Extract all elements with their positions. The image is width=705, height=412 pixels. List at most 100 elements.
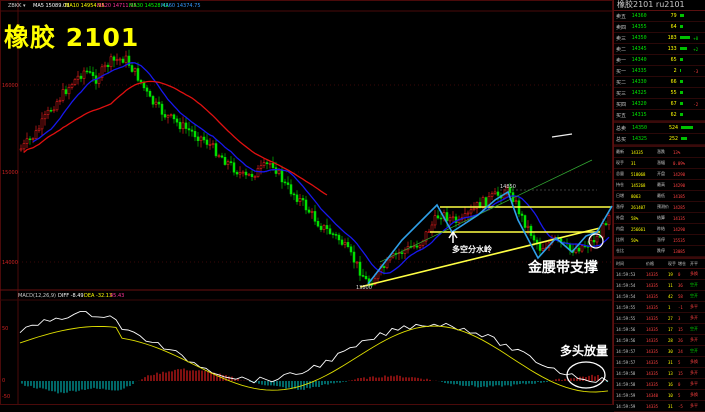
candle-body [172, 114, 176, 120]
candle-body [28, 138, 32, 141]
orderbook-row[interactable]: 买四 14320 67 -2 [614, 99, 705, 110]
orderbook-volume: 133 [667, 46, 677, 52]
tick-volume: 11 [668, 282, 673, 288]
stat-label: 最低 [657, 193, 665, 198]
tick-row[interactable]: 14:59:56 14335 28 26 多开 [614, 335, 705, 346]
candle-body [37, 128, 41, 131]
orderbook-row[interactable]: 卖三 14350 183 +8 [614, 33, 705, 44]
orderbook-row[interactable]: 买一 14335 2 -3 [614, 66, 705, 77]
tick-row[interactable]: 14:59:56 14335 17 15 空开 [614, 324, 705, 335]
candle-body [262, 162, 266, 166]
tick-price: 14335 [646, 403, 659, 409]
orderbook-volume: 62 [670, 112, 677, 118]
tick-row[interactable]: 14:59:57 14335 30 24 空开 [614, 346, 705, 357]
candle-body [175, 118, 179, 123]
candle-body [418, 245, 422, 248]
tick-price: 14335 [646, 304, 659, 310]
tick-price: 14335 [646, 337, 659, 343]
totals-bar-fill [681, 137, 687, 140]
tick-row[interactable]: 14:59:55 14335 27 3 多开 [614, 313, 705, 324]
candle-body [115, 59, 119, 61]
candle-body [166, 115, 170, 118]
stat-row: 仓比 跌停 13085 [614, 246, 705, 257]
tick-row[interactable]: 14:59:57 14335 31 5 多换 [614, 357, 705, 368]
orderbook-row[interactable]: 卖五 14360 79 [614, 11, 705, 22]
candle-body [202, 136, 206, 141]
panel-title: 橡胶2101 ru2101 [614, 0, 705, 11]
candle-body [196, 136, 200, 141]
orderbook-level-label: 卖一 [616, 57, 627, 64]
candle-body [445, 212, 449, 222]
tick-header-cell: 开平 [690, 260, 698, 266]
tick-row[interactable]: 14:59:53 14335 19 0 多换 [614, 269, 705, 280]
tick-time: 14:59:53 [616, 271, 636, 277]
orderbook-level-label: 买一 [616, 68, 627, 75]
candle-body [328, 228, 332, 234]
tick-row[interactable]: 14:59:55 14335 1 -1 多平 [614, 302, 705, 313]
macd-legend-text: MACD(12,26,9) [18, 293, 56, 299]
orderbook-row[interactable]: 卖四 14355 64 [614, 22, 705, 33]
orderbook-volume-bar [677, 79, 694, 85]
stat-row: 内盘 256661 昨结 14290 [614, 224, 705, 235]
candle-body [238, 172, 242, 175]
candle-body [169, 114, 173, 116]
candle-body [415, 245, 419, 248]
tick-volume: 1 [668, 304, 671, 310]
orderbook-row[interactable]: 买三 14325 55 [614, 88, 705, 99]
tick-oi-change: 5 [678, 392, 681, 398]
stat-value: 50% [631, 237, 639, 243]
annotation-volume: 多头放量 [560, 344, 609, 358]
candle-body [214, 143, 218, 157]
candle-body [268, 163, 272, 165]
candle-body [112, 56, 116, 61]
candle-body [538, 243, 542, 251]
tick-row[interactable]: 14:59:59 14340 10 5 多换 [614, 390, 705, 401]
orderbook-bar-fill [679, 80, 684, 83]
orderbook-row[interactable]: 买二 14330 66 [614, 77, 705, 88]
tick-time: 14:59:56 [616, 337, 636, 343]
ma-blue-line [32, 62, 610, 275]
stat-label: 最高 [657, 182, 665, 187]
orderbook-volume-bar [677, 68, 694, 74]
macd-legend-text: DEA -32.13 [84, 293, 112, 299]
macd-axis-label: 50 [2, 326, 8, 332]
macd-legend-text: 45.43 [110, 293, 124, 299]
stat-value: 14185 [673, 193, 686, 199]
kline-chart-area[interactable]: 16000 15000 14000 14850 13800 MACD(12,26,9) DI… [0, 0, 613, 405]
stat-row: 现手 31 涨幅 0.09% [614, 158, 705, 169]
orderbook-row[interactable]: 卖二 14345 133 +2 [614, 44, 705, 55]
candle-body [325, 225, 329, 229]
stat-row: 外盘 58% 结算 14135 [614, 213, 705, 224]
kline-chart-svg[interactable]: 16000 15000 14000 14850 13800 MACD(12,26,9) DI… [0, 0, 613, 405]
candle-body [358, 261, 362, 276]
tick-row[interactable]: 14:59:58 14335 13 15 多开 [614, 368, 705, 379]
tick-row[interactable]: 14:59:58 14335 16 0 多平 [614, 379, 705, 390]
stat-value: 13085 [673, 248, 686, 254]
tick-row[interactable]: 14:59:59 14335 31 -5 多平 [614, 401, 705, 412]
orderbook-volume: 64 [670, 24, 677, 30]
tick-row[interactable]: 14:59:54 14335 42 58 空开 [614, 291, 705, 302]
tick-type: 多平 [690, 403, 698, 408]
candle-body [43, 114, 47, 120]
candle-body [130, 65, 134, 72]
tick-type: 空开 [690, 348, 698, 353]
candle-body [40, 118, 44, 130]
candle-body [121, 58, 125, 63]
candle-body [427, 231, 431, 233]
candle-body [52, 109, 56, 112]
orderbook-volume-bar [677, 57, 694, 63]
stat-value: 14135 [673, 215, 686, 221]
candle-body [82, 70, 86, 79]
tick-header: 时间 价格 现手 增仓 开平 [614, 259, 705, 269]
orderbook-level-label: 卖二 [616, 46, 627, 53]
period-selector[interactable]: ZBKK ▾ [8, 3, 26, 9]
totals-bar [678, 125, 695, 131]
stat-label: 仓比 [616, 248, 624, 253]
stat-value: 14290 [673, 226, 686, 232]
orderbook-row[interactable]: 卖一 14340 65 [614, 55, 705, 66]
orderbook-change: -2 [693, 101, 699, 107]
orderbook-row[interactable]: 买五 14315 62 [614, 110, 705, 121]
tick-row[interactable]: 14:59:54 14335 11 36 空开 [614, 280, 705, 291]
tick-list[interactable]: 14:59:53 14335 19 0 多换 14:59:54 14335 11 36 空开 14:… [614, 269, 705, 412]
candle-body [217, 155, 221, 158]
